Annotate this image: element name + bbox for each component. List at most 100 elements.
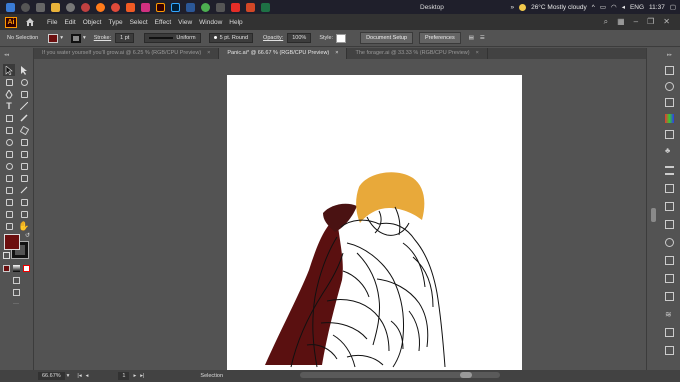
zoom-level[interactable]: 66.67% bbox=[38, 372, 65, 380]
line-segment-tool-icon[interactable] bbox=[18, 100, 30, 112]
tab-close-icon[interactable]: × bbox=[207, 50, 210, 57]
shaper-tool-icon[interactable] bbox=[3, 124, 15, 136]
stroke-label[interactable]: Stroke: bbox=[94, 35, 111, 41]
fill-swatch[interactable] bbox=[4, 234, 20, 250]
artboard-tool-icon[interactable] bbox=[18, 208, 30, 220]
free-transform-tool-icon[interactable] bbox=[18, 148, 30, 160]
minimize-icon[interactable]: – bbox=[634, 17, 638, 27]
last-page-icon[interactable]: ▸| bbox=[140, 373, 144, 379]
width-tool-icon[interactable] bbox=[3, 148, 15, 160]
direct-selection-tool-icon[interactable] bbox=[18, 64, 30, 76]
brave-icon[interactable] bbox=[126, 2, 135, 12]
artwork-illustration[interactable] bbox=[227, 75, 522, 370]
illustrator-taskbar-icon[interactable] bbox=[156, 2, 165, 12]
search-icon[interactable] bbox=[21, 2, 30, 12]
tab-close-icon[interactable]: × bbox=[335, 50, 338, 57]
zoom-dropdown-icon[interactable]: ▾ bbox=[67, 373, 70, 379]
edit-toolbar-icon[interactable]: ··· bbox=[13, 301, 20, 308]
artboards-panel-icon[interactable] bbox=[665, 274, 674, 283]
preferences-button[interactable]: Preferences bbox=[419, 32, 461, 44]
chevron-icon[interactable]: » bbox=[510, 4, 514, 11]
battery-icon[interactable]: ▭ bbox=[600, 3, 606, 11]
chrome-icon[interactable] bbox=[111, 2, 120, 12]
pen-tool-icon[interactable] bbox=[3, 88, 15, 100]
youtube-icon[interactable] bbox=[231, 2, 240, 12]
perspective-grid-tool-icon[interactable] bbox=[3, 172, 15, 184]
eraser-tool-icon[interactable] bbox=[18, 124, 30, 136]
powerpoint-icon[interactable] bbox=[246, 2, 255, 12]
menu-window[interactable]: Window bbox=[199, 19, 222, 26]
properties-panel-icon[interactable] bbox=[665, 66, 674, 75]
arrange-icon[interactable]: ▤ bbox=[469, 35, 474, 41]
paintbrush-tool-icon[interactable] bbox=[18, 112, 30, 124]
chrome-2-icon[interactable] bbox=[201, 2, 210, 12]
menu-select[interactable]: Select bbox=[130, 19, 148, 26]
libraries-panel-icon[interactable] bbox=[665, 98, 674, 107]
none-mode-icon[interactable] bbox=[23, 265, 30, 272]
column-graph-tool-icon[interactable] bbox=[3, 208, 15, 220]
layers-stack-icon[interactable]: ≋ bbox=[665, 310, 674, 319]
horizontal-scrollbar[interactable] bbox=[300, 372, 500, 378]
menu-object[interactable]: Object bbox=[83, 19, 102, 26]
stroke-dropdown-icon[interactable]: ▾ bbox=[83, 35, 86, 41]
clock[interactable]: 11:37 bbox=[649, 4, 665, 11]
selection-tool-icon[interactable] bbox=[3, 64, 15, 76]
scroll-thumb[interactable] bbox=[460, 372, 472, 378]
next-page-icon[interactable]: ▸ bbox=[133, 373, 136, 379]
links-panel-icon[interactable] bbox=[665, 292, 674, 301]
menu-type[interactable]: Type bbox=[108, 19, 122, 26]
gradient-tool-icon[interactable] bbox=[3, 184, 15, 196]
style-swatch[interactable] bbox=[336, 33, 347, 43]
opacity-field[interactable]: 100% bbox=[287, 33, 312, 43]
store-icon[interactable] bbox=[141, 2, 150, 12]
menu-view[interactable]: View bbox=[178, 19, 192, 26]
scroll-handle[interactable] bbox=[651, 208, 656, 222]
first-page-icon[interactable]: |◂ bbox=[77, 373, 81, 379]
pathfinder-panel-icon[interactable] bbox=[665, 220, 674, 229]
opacity-label[interactable]: Opacity: bbox=[263, 35, 283, 41]
transform-panel-icon[interactable] bbox=[665, 202, 674, 211]
scale-tool-icon[interactable] bbox=[18, 136, 30, 148]
symbol-sprayer-tool-icon[interactable] bbox=[18, 196, 30, 208]
volume-icon[interactable]: ◂ bbox=[622, 3, 625, 11]
search-help-icon[interactable]: ⌕ bbox=[604, 17, 608, 27]
layers-panel-icon[interactable] bbox=[665, 82, 674, 91]
document-setup-button[interactable]: Document Setup bbox=[360, 32, 414, 44]
page-number[interactable]: 1 bbox=[118, 372, 130, 380]
curvature-tool-icon[interactable] bbox=[18, 88, 30, 100]
gradient-mode-icon[interactable] bbox=[13, 265, 20, 272]
live-paint-tool-icon[interactable] bbox=[18, 160, 30, 172]
tray-up-icon[interactable]: ^ bbox=[592, 4, 595, 11]
tab-the-forager[interactable]: The forager.ai @ 33.33 % (RGB/CPU Previe… bbox=[347, 48, 488, 59]
fill-color-picker[interactable] bbox=[48, 33, 59, 43]
draw-mode-icon[interactable] bbox=[13, 277, 20, 284]
weather-text[interactable]: 26°C Mostly cloudy bbox=[531, 4, 587, 11]
fill-dropdown-icon[interactable]: ▾ bbox=[60, 35, 63, 41]
variable-width-profile[interactable]: Uniform bbox=[144, 33, 201, 43]
wifi-icon[interactable]: ◠ bbox=[611, 3, 617, 11]
panel-collapse-icon[interactable]: ▸▸ bbox=[667, 52, 672, 58]
default-colors-icon[interactable] bbox=[3, 252, 10, 259]
hand-tool-icon[interactable]: ✋ bbox=[18, 220, 30, 232]
eyedropper-tool-icon[interactable] bbox=[18, 184, 30, 196]
stroke-weight-field[interactable]: 1 pt bbox=[115, 33, 135, 43]
app-icon[interactable] bbox=[216, 2, 225, 12]
brush-definition[interactable]: 5 pt. Round bbox=[208, 33, 254, 43]
shape-builder-tool-icon[interactable] bbox=[3, 160, 15, 172]
excel-icon[interactable] bbox=[261, 2, 270, 12]
swap-colors-icon[interactable]: ↺ bbox=[25, 232, 32, 239]
firefox-icon[interactable] bbox=[96, 2, 105, 12]
image-trace-icon[interactable] bbox=[665, 346, 674, 355]
blend-tool-icon[interactable] bbox=[3, 196, 15, 208]
windows-start-icon[interactable] bbox=[6, 2, 15, 12]
slice-tool-icon[interactable] bbox=[3, 220, 15, 232]
word-icon[interactable] bbox=[186, 2, 195, 12]
artboard[interactable] bbox=[227, 75, 522, 370]
mesh-tool-icon[interactable] bbox=[18, 172, 30, 184]
graphic-styles-panel-icon[interactable] bbox=[665, 256, 674, 265]
close-icon[interactable]: ✕ bbox=[663, 17, 670, 27]
stroke-color-picker[interactable] bbox=[70, 33, 81, 43]
home-icon[interactable] bbox=[25, 17, 35, 27]
tab-if-you-water-yourself[interactable]: If you water yourself you'll grow.ai @ 6… bbox=[34, 48, 220, 59]
photoshop-icon[interactable] bbox=[171, 2, 180, 12]
